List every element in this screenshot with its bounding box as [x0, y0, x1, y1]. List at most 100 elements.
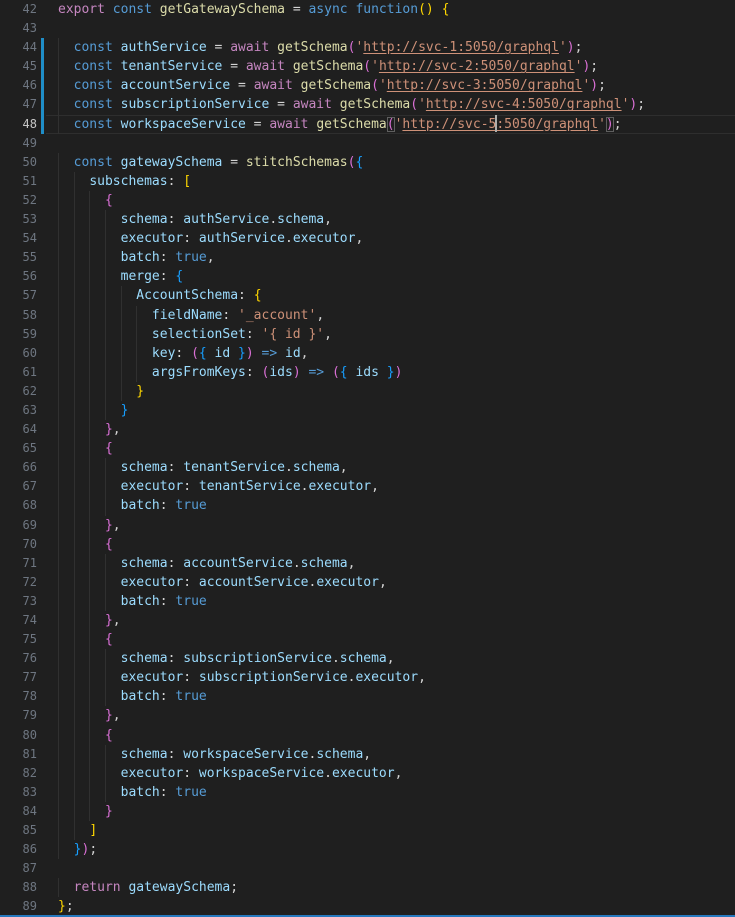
indent-guide	[105, 267, 106, 286]
indent-guide	[136, 344, 137, 363]
code-line-57[interactable]: 57 AccountSchema: {	[0, 286, 735, 305]
line-number: 71	[0, 554, 37, 573]
indent-guide	[89, 439, 90, 458]
code-text: executor: workspaceService.executor,	[58, 764, 402, 783]
code-line-61[interactable]: 61 argsFromKeys: (ids) => ({ ids })	[0, 363, 735, 382]
code-line-80[interactable]: 80 {	[0, 726, 735, 745]
indent-guide	[58, 630, 59, 649]
gutter-modified-indicator	[41, 76, 44, 95]
code-line-60[interactable]: 60 key: ({ id }) => id,	[0, 344, 735, 363]
indent-guide	[58, 764, 59, 783]
line-number: 45	[0, 57, 37, 76]
code-line-88[interactable]: 88 return gatewaySchema;	[0, 878, 735, 897]
code-line-44[interactable]: 44 const authService = await getSchema('…	[0, 38, 735, 57]
code-line-76[interactable]: 76 schema: subscriptionService.schema,	[0, 649, 735, 668]
code-line-48[interactable]: 48 const workspaceService = await getSch…	[0, 115, 735, 134]
code-text: export const getGatewaySchema = async fu…	[58, 0, 449, 19]
indent-guide	[58, 191, 59, 210]
code-line-87[interactable]: 87	[0, 859, 735, 878]
line-number: 43	[0, 19, 37, 38]
indent-guide	[58, 783, 59, 802]
code-line-51[interactable]: 51 subschemas: [	[0, 172, 735, 191]
code-line-75[interactable]: 75 {	[0, 630, 735, 649]
line-number: 77	[0, 668, 37, 687]
code-line-56[interactable]: 56 merge: {	[0, 267, 735, 286]
indent-guide	[105, 401, 106, 420]
code-text: batch: true	[58, 687, 207, 706]
code-line-84[interactable]: 84 }	[0, 802, 735, 821]
code-text: {	[58, 726, 113, 745]
code-line-68[interactable]: 68 batch: true	[0, 496, 735, 515]
code-text: {	[58, 535, 113, 554]
indent-guide	[89, 477, 90, 496]
code-line-89[interactable]: 89};	[0, 897, 735, 916]
indent-guide	[105, 764, 106, 783]
indent-guide	[89, 516, 90, 535]
code-line-71[interactable]: 71 schema: accountService.schema,	[0, 554, 735, 573]
code-line-69[interactable]: 69 },	[0, 516, 735, 535]
code-line-74[interactable]: 74 },	[0, 611, 735, 630]
indent-guide	[58, 267, 59, 286]
code-line-62[interactable]: 62 }	[0, 382, 735, 401]
line-number: 63	[0, 401, 37, 420]
code-line-81[interactable]: 81 schema: workspaceService.schema,	[0, 745, 735, 764]
code-text: executor: subscriptionService.executor,	[58, 668, 426, 687]
code-text: fieldName: '_account',	[58, 306, 324, 325]
code-line-45[interactable]: 45 const tenantService = await getSchema…	[0, 57, 735, 76]
code-line-46[interactable]: 46 const accountService = await getSchem…	[0, 76, 735, 95]
code-line-86[interactable]: 86 });	[0, 840, 735, 859]
code-line-85[interactable]: 85 ]	[0, 821, 735, 840]
code-line-73[interactable]: 73 batch: true	[0, 592, 735, 611]
code-line-70[interactable]: 70 {	[0, 535, 735, 554]
indent-guide	[58, 420, 59, 439]
code-line-58[interactable]: 58 fieldName: '_account',	[0, 306, 735, 325]
code-line-63[interactable]: 63 }	[0, 401, 735, 420]
bracket-match-highlight: (	[387, 117, 395, 132]
code-line-54[interactable]: 54 executor: authService.executor,	[0, 229, 735, 248]
indent-guide	[89, 592, 90, 611]
line-number: 59	[0, 325, 37, 344]
indent-guide	[105, 668, 106, 687]
indent-guide	[58, 229, 59, 248]
code-line-78[interactable]: 78 batch: true	[0, 687, 735, 706]
indent-guide	[105, 649, 106, 668]
indent-guide	[58, 344, 59, 363]
indent-guide	[74, 477, 75, 496]
code-line-47[interactable]: 47 const subscriptionService = await get…	[0, 95, 735, 114]
code-line-65[interactable]: 65 {	[0, 439, 735, 458]
indent-guide	[74, 726, 75, 745]
code-line-49[interactable]: 49	[0, 134, 735, 153]
code-line-67[interactable]: 67 executor: tenantService.executor,	[0, 477, 735, 496]
code-text: ]	[58, 821, 97, 840]
indent-guide	[74, 306, 75, 325]
indent-guide	[89, 229, 90, 248]
code-line-64[interactable]: 64 },	[0, 420, 735, 439]
indent-guide	[74, 535, 75, 554]
indent-guide	[74, 363, 75, 382]
code-line-59[interactable]: 59 selectionSet: '{ id }',	[0, 325, 735, 344]
indent-guide	[58, 458, 59, 477]
code-line-72[interactable]: 72 executor: accountService.executor,	[0, 573, 735, 592]
indent-guide	[58, 401, 59, 420]
indent-guide	[58, 535, 59, 554]
code-text: const subscriptionService = await getSch…	[58, 95, 645, 114]
code-line-79[interactable]: 79 },	[0, 706, 735, 725]
code-text: }	[58, 401, 128, 420]
code-line-52[interactable]: 52 {	[0, 191, 735, 210]
code-line-66[interactable]: 66 schema: tenantService.schema,	[0, 458, 735, 477]
code-line-82[interactable]: 82 executor: workspaceService.executor,	[0, 764, 735, 783]
code-line-42[interactable]: 42export const getGatewaySchema = async …	[0, 0, 735, 19]
code-line-83[interactable]: 83 batch: true	[0, 783, 735, 802]
code-line-43[interactable]: 43	[0, 19, 735, 38]
indent-guide	[74, 401, 75, 420]
line-number: 67	[0, 477, 37, 496]
code-editor[interactable]: 42export const getGatewaySchema = async …	[0, 0, 735, 917]
code-line-53[interactable]: 53 schema: authService.schema,	[0, 210, 735, 229]
indent-guide	[58, 115, 59, 134]
line-number: 70	[0, 535, 37, 554]
code-line-55[interactable]: 55 batch: true,	[0, 248, 735, 267]
code-line-50[interactable]: 50 const gatewaySchema = stitchSchemas({	[0, 153, 735, 172]
code-text: executor: tenantService.executor,	[58, 477, 379, 496]
code-line-77[interactable]: 77 executor: subscriptionService.executo…	[0, 668, 735, 687]
indent-guide	[74, 420, 75, 439]
